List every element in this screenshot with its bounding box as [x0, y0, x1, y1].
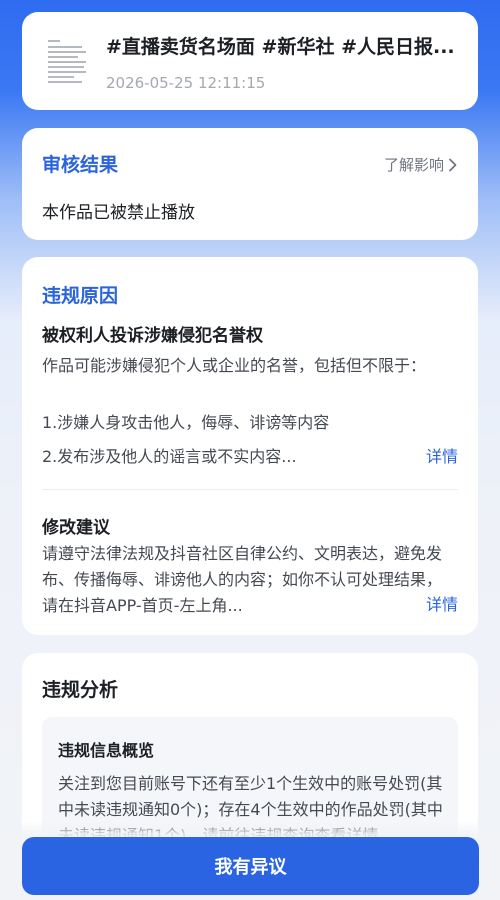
video-thumbnail: [44, 34, 92, 90]
fix-suggestion-heading: 修改建议: [42, 518, 110, 538]
chevron-right-icon: [449, 158, 457, 171]
fix-detail-link[interactable]: 详情: [426, 591, 458, 615]
review-result-title: 审核结果: [42, 154, 119, 176]
learn-impact-label: 了解影响: [383, 156, 444, 174]
violation-heading: 被权利人投诉涉嫌侵犯名誉权: [42, 326, 263, 346]
review-result-card: 审核结果 了解影响 本作品已被禁止播放: [22, 128, 478, 240]
violation-description: 作品可能涉嫌侵犯个人或企业的名誉，包括但不限于：: [42, 356, 427, 375]
learn-impact-link[interactable]: 了解影响: [384, 154, 458, 175]
divider: [42, 489, 458, 490]
violation-item: 2.发布涉及他人的谣言或不实内容...: [42, 447, 297, 466]
violation-reason-card: 违规原因 被权利人投诉涉嫌侵犯名誉权 作品可能涉嫌侵犯个人或企业的名誉，包括但不…: [22, 257, 478, 635]
violation-analysis-title: 违规分析: [42, 679, 119, 701]
violation-detail-link[interactable]: 详情: [426, 443, 458, 467]
violation-overview-title: 违规信息概览: [58, 741, 155, 760]
review-status-text: 本作品已被禁止播放: [42, 203, 195, 223]
video-info-card[interactable]: #直播卖货名场面 #新华社 #人民日报... 2026-05-25 12:11:…: [22, 12, 478, 110]
video-title: #直播卖货名场面 #新华社 #人民日报...: [106, 36, 455, 58]
violation-item: 1.涉嫌人身攻击他人，侮辱、诽谤等内容: [42, 413, 330, 432]
dispute-button[interactable]: 我有异议: [22, 837, 479, 895]
video-timestamp: 2026-05-25 12:11:15: [106, 74, 266, 92]
violation-reason-title: 违规原因: [42, 285, 119, 307]
fix-suggestion-text: 请遵守法律法规及抖音社区自律公约、文明表达，避免发布、传播侮辱、诽谤他人的内容；…: [42, 544, 443, 615]
